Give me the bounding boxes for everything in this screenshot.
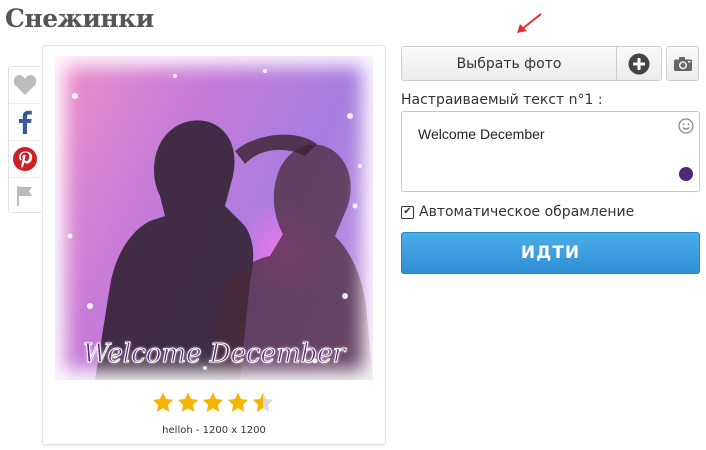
- facebook-icon: [19, 110, 32, 134]
- go-button[interactable]: ИДТИ: [401, 232, 700, 274]
- like-button[interactable]: [9, 67, 41, 104]
- image-meta: helloh - 1200 x 1200: [162, 425, 266, 436]
- camera-icon: [673, 56, 692, 71]
- choose-photo-label: Выбрать фото: [456, 55, 562, 72]
- pinterest-icon: [13, 147, 37, 171]
- rating-stars[interactable]: [151, 391, 275, 414]
- add-photo-button[interactable]: [616, 47, 661, 80]
- text-color-picker[interactable]: [679, 167, 693, 181]
- facebook-share-button[interactable]: [9, 104, 41, 141]
- auto-frame-option[interactable]: ✔ Автоматическое обрамление: [401, 204, 634, 220]
- custom-text-value: Welcome December: [418, 126, 545, 142]
- smiley-icon[interactable]: [678, 118, 694, 134]
- page-title: Снежинки: [5, 4, 154, 33]
- half-star-icon[interactable]: [251, 391, 275, 414]
- camera-button[interactable]: [666, 46, 699, 81]
- snowflakes: [67, 69, 362, 370]
- heart-icon: [13, 75, 37, 95]
- overlay-text: Welcome December: [82, 339, 346, 370]
- flag-icon: [17, 186, 32, 206]
- custom-text-input[interactable]: Welcome December: [401, 111, 700, 192]
- star-icon[interactable]: [201, 391, 225, 414]
- star-icon[interactable]: [151, 391, 175, 414]
- preview-image[interactable]: Welcome December: [55, 56, 373, 380]
- hint-arrow-icon: [517, 13, 542, 33]
- plus-circle-icon: [628, 53, 650, 74]
- auto-frame-label: Автоматическое обрамление: [419, 204, 635, 220]
- preview-card: Welcome December helloh - 1200 x 1200: [42, 45, 386, 445]
- star-icon[interactable]: [226, 391, 250, 414]
- choose-photo-button[interactable]: Выбрать фото: [401, 46, 662, 81]
- share-bar: [8, 66, 41, 213]
- report-button[interactable]: [9, 178, 41, 214]
- custom-text-label: Настраиваемый текст n°1 :: [401, 92, 603, 108]
- star-icon[interactable]: [176, 391, 200, 414]
- auto-frame-checkbox[interactable]: ✔: [401, 205, 414, 219]
- pinterest-share-button[interactable]: [9, 141, 41, 178]
